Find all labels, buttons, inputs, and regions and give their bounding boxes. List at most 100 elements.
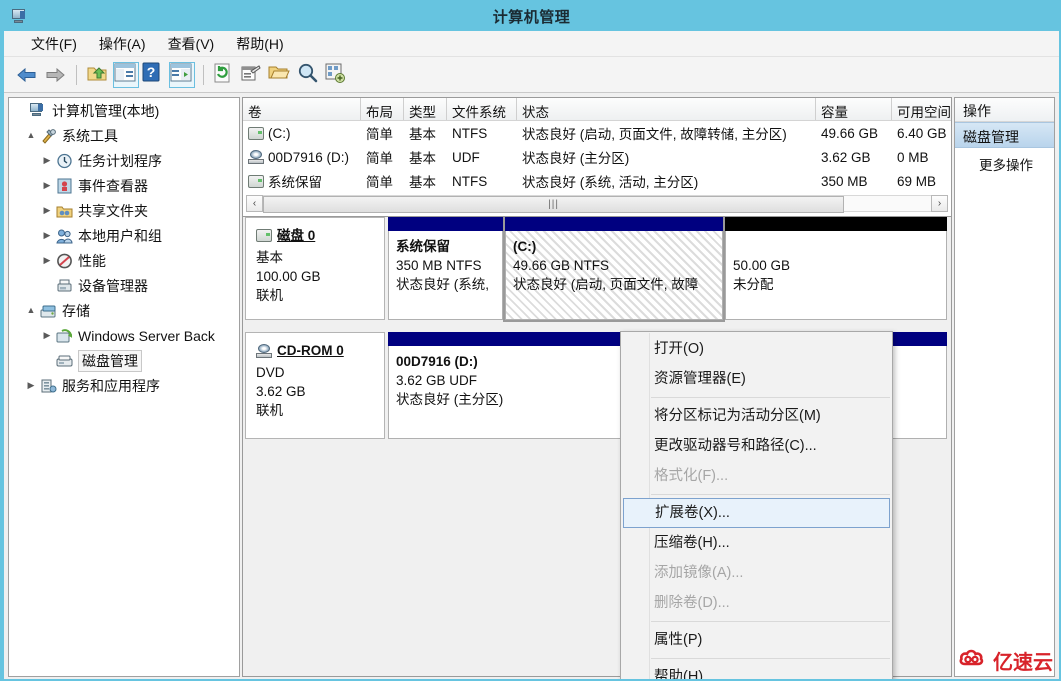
ctx-open[interactable]: 打开(O): [621, 334, 892, 364]
column-header-capacity[interactable]: 容量: [816, 98, 892, 120]
tree-node-label: 共享文件夹: [78, 202, 148, 219]
partition-unallocated[interactable]: 50.00 GB 未分配: [725, 217, 947, 320]
column-header-volume[interactable]: 卷: [243, 98, 361, 120]
scrollbar-track[interactable]: |||: [263, 194, 931, 213]
context-menu: 打开(O) 资源管理器(E) 将分区标记为活动分区(M) 更改驱动器号和路径(C…: [620, 331, 893, 679]
volume-cell: (C:): [243, 126, 361, 141]
ctx-change-drive-letter[interactable]: 更改驱动器号和路径(C)...: [621, 431, 892, 461]
tree-expander[interactable]: ▶: [39, 223, 55, 248]
sidebar-item-task-scheduler[interactable]: ▶ 任务计划程序: [9, 148, 239, 173]
ctx-explore[interactable]: 资源管理器(E): [621, 364, 892, 394]
hard-disk-icon: [256, 229, 272, 242]
tree-expander[interactable]: ▶: [39, 198, 55, 223]
ctx-extend-volume[interactable]: 扩展卷(X)...: [623, 498, 890, 528]
partition-body: (C:) 49.66 GB NTFS 状态良好 (启动, 页面文件, 故障: [505, 231, 723, 320]
tree-expander[interactable]: ▲: [23, 298, 39, 323]
ctx-format: 格式化(F)...: [654, 468, 729, 484]
column-header-free-space[interactable]: 可用空间: [892, 98, 951, 120]
ctx-mark-active[interactable]: 将分区标记为活动分区(M): [621, 401, 892, 431]
sidebar-item-services-applications[interactable]: ▶ 服务和应用程序: [9, 373, 239, 398]
sidebar-item-local-users-groups[interactable]: ▶ 本地用户和组: [9, 223, 239, 248]
actions-pane-selected-item[interactable]: 磁盘管理: [955, 122, 1054, 148]
search-icon[interactable]: [296, 62, 322, 88]
sidebar-item-device-manager[interactable]: 设备管理器: [9, 273, 239, 298]
sidebar-item-windows-server-backup[interactable]: ▶ Windows Server Back: [9, 323, 239, 348]
tree-expander[interactable]: ▶: [39, 248, 55, 273]
tree-node-system-tools[interactable]: ▲ 系统工具: [9, 123, 239, 148]
volume-label: 系统保留: [268, 175, 322, 190]
options-icon[interactable]: [324, 62, 350, 88]
scroll-right-arrow-icon[interactable]: ›: [931, 194, 948, 212]
column-header-status[interactable]: 状态: [517, 98, 816, 120]
column-header-layout[interactable]: 布局: [361, 98, 404, 120]
back-arrow-icon[interactable]: [14, 62, 40, 88]
scrollbar-thumb[interactable]: |||: [263, 195, 845, 213]
partition-color-bar: [725, 217, 947, 231]
tree-expander[interactable]: ▲: [23, 123, 39, 148]
tree-expander[interactable]: ▶: [39, 148, 55, 173]
system-tools-icon: [39, 127, 59, 145]
content-area: 计算机管理(本地) ▲ 系统工具 ▶ 任务计划程序 ▶ 事件查看器 ▶ 共享文件…: [4, 93, 1059, 679]
partition-status: 状态良好 (启动, 页面文件, 故障: [513, 277, 699, 292]
filesystem-cell: NTFS: [452, 125, 488, 141]
menu-action[interactable]: 操作(A): [88, 31, 157, 57]
disk-info-cdrom0[interactable]: CD-ROM 0 DVD 3.62 GB 联机: [245, 332, 385, 439]
forward-arrow-icon[interactable]: [42, 62, 68, 88]
capacity-cell: 3.62 GB: [821, 149, 871, 165]
column-header-type[interactable]: 类型: [404, 98, 447, 120]
table-row[interactable]: 00D7916 (D:) 简单 基本 UDF 状态良好 (主分区) 3.62 G…: [243, 145, 951, 169]
refresh-icon[interactable]: [212, 62, 238, 88]
table-row[interactable]: (C:) 简单 基本 NTFS 状态良好 (启动, 页面文件, 故障转储, 主分…: [243, 121, 951, 145]
tree-expander[interactable]: ▶: [39, 323, 55, 348]
console-tree-pane[interactable]: 计算机管理(本地) ▲ 系统工具 ▶ 任务计划程序 ▶ 事件查看器 ▶ 共享文件…: [8, 97, 240, 677]
disk-type: DVD: [256, 365, 285, 380]
menu-view[interactable]: 查看(V): [157, 31, 226, 57]
actions-pane: 操作 磁盘管理 更多操作: [954, 97, 1055, 677]
disk-info-disk0[interactable]: 磁盘 0 基本 100.00 GB 联机: [245, 217, 385, 320]
partition-body: 50.00 GB 未分配: [725, 231, 947, 320]
partition-c-drive[interactable]: (C:) 49.66 GB NTFS 状态良好 (启动, 页面文件, 故障: [503, 217, 725, 322]
toolbar-separator-2: [203, 64, 204, 85]
layout-cell: 简单: [366, 151, 393, 166]
tree-node-storage[interactable]: ▲ 存储: [9, 298, 239, 323]
status-cell: 状态良好 (启动, 页面文件, 故障转储, 主分区): [522, 127, 787, 142]
sidebar-item-event-viewer[interactable]: ▶ 事件查看器: [9, 173, 239, 198]
sidebar-item-performance[interactable]: ▶ 性能: [9, 248, 239, 273]
partition-size-fs: 49.66 GB NTFS: [513, 258, 610, 273]
open-folder-icon[interactable]: [268, 62, 294, 88]
svg-text:?: ?: [147, 64, 156, 80]
performance-icon: [55, 252, 75, 270]
ctx-add-mirror: 添加镜像(A)...: [654, 565, 744, 581]
shared-folders-icon: [55, 202, 75, 220]
actions-pane-more-actions[interactable]: 更多操作: [955, 148, 1054, 174]
disk-title: 磁盘 0: [256, 226, 376, 245]
show-hide-console-tree-icon[interactable]: [113, 61, 139, 88]
ctx-help[interactable]: 帮助(H): [621, 662, 892, 679]
title-bar: 计算机管理: [4, 2, 1059, 31]
menu-help[interactable]: 帮助(H): [225, 31, 294, 57]
partition-size-fs: 50.00 GB: [733, 258, 791, 273]
disk-state: 联机: [256, 288, 283, 303]
partition-body: 系统保留 350 MB NTFS 状态良好 (系统,: [388, 231, 503, 320]
menu-file[interactable]: 文件(F): [20, 31, 88, 57]
tree-node-computer-management[interactable]: 计算机管理(本地): [9, 98, 239, 123]
tree-expander[interactable]: ▶: [39, 173, 55, 198]
partition-system-reserved[interactable]: 系统保留 350 MB NTFS 状态良好 (系统,: [388, 217, 503, 320]
volume-cell: 系统保留: [243, 171, 361, 191]
volume-label: 00D7916 (D:): [268, 149, 350, 165]
ctx-properties[interactable]: 属性(P): [621, 625, 892, 655]
show-hide-action-pane-icon[interactable]: [169, 61, 195, 88]
scroll-left-arrow-icon[interactable]: ‹: [246, 194, 263, 212]
column-header-filesystem[interactable]: 文件系统: [447, 98, 517, 120]
up-one-level-icon[interactable]: [85, 62, 111, 88]
ctx-shrink-volume[interactable]: 压缩卷(H)...: [621, 528, 892, 558]
sidebar-item-disk-management[interactable]: 磁盘管理: [9, 348, 239, 373]
tree-expander[interactable]: ▶: [23, 373, 39, 398]
help-icon[interactable]: ?: [141, 62, 167, 88]
partition-status: 状态良好 (系统,: [396, 277, 489, 292]
tree-node-label: 事件查看器: [78, 177, 148, 194]
volume-list-scrollbar[interactable]: ‹ ||| ›: [246, 194, 948, 213]
sidebar-item-shared-folders[interactable]: ▶ 共享文件夹: [9, 198, 239, 223]
properties-icon[interactable]: [240, 62, 266, 88]
table-row[interactable]: 系统保留 简单 基本 NTFS 状态良好 (系统, 活动, 主分区) 350 M…: [243, 169, 951, 193]
